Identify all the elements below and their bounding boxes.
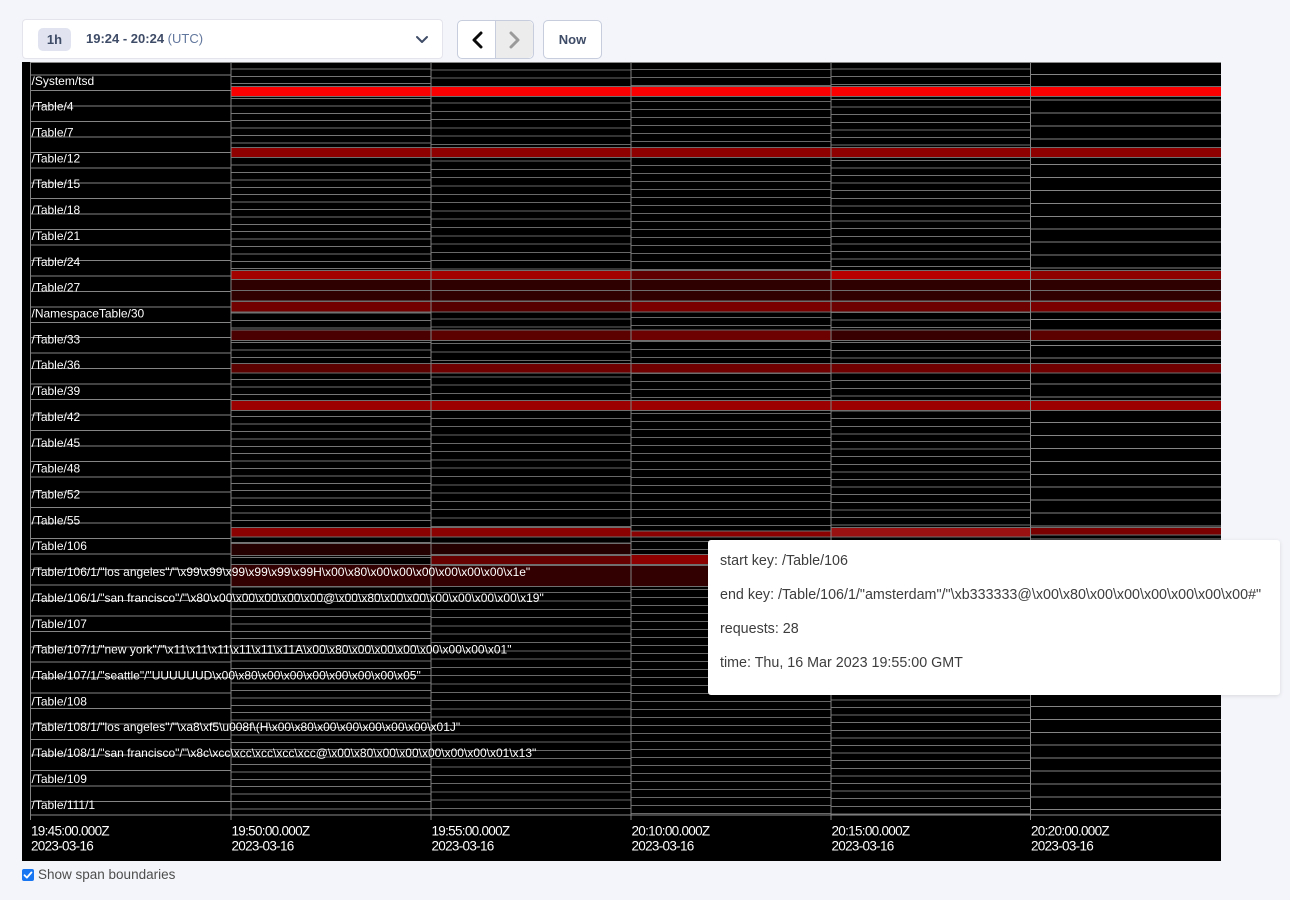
svg-text:/Table/109: /Table/109: [32, 772, 88, 786]
svg-text:/Table/48: /Table/48: [32, 462, 81, 476]
svg-text:/Table/106/1/"los angeles"/"\x: /Table/106/1/"los angeles"/"\x99\x99\x99…: [32, 565, 531, 579]
svg-text:2023-03-16: 2023-03-16: [232, 839, 294, 854]
svg-text:/System/tsd: /System/tsd: [32, 74, 95, 88]
svg-text:/Table/15: /Table/15: [32, 177, 81, 191]
svg-text:/Table/12: /Table/12: [32, 151, 81, 165]
svg-text:/Table/111/1: /Table/111/1: [32, 798, 96, 812]
svg-text:2023-03-16: 2023-03-16: [31, 839, 93, 854]
svg-text:19:45:00.000Z: 19:45:00.000Z: [31, 824, 109, 839]
svg-text:2023-03-16: 2023-03-16: [632, 839, 694, 854]
svg-text:/Table/106: /Table/106: [32, 539, 88, 553]
svg-text:/Table/4: /Table/4: [32, 100, 74, 114]
svg-text:/Table/108/1/"san francisco"/": /Table/108/1/"san francisco"/"\x8c\xcc\x…: [32, 746, 537, 760]
svg-text:/Table/107/1/"new york"/"\x11\: /Table/107/1/"new york"/"\x11\x11\x11\x1…: [32, 643, 512, 657]
svg-text:/Table/18: /Table/18: [32, 203, 81, 217]
svg-text:/Table/55: /Table/55: [32, 513, 81, 527]
svg-text:/NamespaceTable/30: /NamespaceTable/30: [32, 307, 145, 321]
svg-text:/Table/21: /Table/21: [32, 229, 81, 243]
svg-text:/Table/52: /Table/52: [32, 488, 81, 502]
svg-text:/Table/39: /Table/39: [32, 384, 81, 398]
svg-text:/Table/27: /Table/27: [32, 281, 81, 295]
svg-text:20:15:00.000Z: 20:15:00.000Z: [832, 824, 910, 839]
svg-text:2023-03-16: 2023-03-16: [432, 839, 494, 854]
svg-text:2023-03-16: 2023-03-16: [1031, 839, 1093, 854]
svg-text:/Table/107: /Table/107: [32, 617, 88, 631]
svg-text:/Table/45: /Table/45: [32, 436, 81, 450]
svg-text:/Table/24: /Table/24: [32, 255, 81, 269]
svg-text:/Table/33: /Table/33: [32, 332, 81, 346]
svg-text:/Table/7: /Table/7: [32, 126, 74, 140]
svg-text:/Table/108: /Table/108: [32, 694, 88, 708]
svg-text:/Table/42: /Table/42: [32, 410, 81, 424]
svg-text:20:10:00.000Z: 20:10:00.000Z: [632, 824, 710, 839]
svg-text:2023-03-16: 2023-03-16: [832, 839, 894, 854]
svg-text:20:20:00.000Z: 20:20:00.000Z: [1031, 824, 1109, 839]
svg-text:/Table/107/1/"seattle"/"UUUUUU: /Table/107/1/"seattle"/"UUUUUUD\x00\x80\…: [32, 669, 421, 683]
svg-text:/Table/106/1/"san francisco"/": /Table/106/1/"san francisco"/"\x80\x00\x…: [32, 591, 544, 605]
svg-text:/Table/108/1/"los angeles"/"\x: /Table/108/1/"los angeles"/"\xa8\xf5\u00…: [32, 720, 461, 734]
svg-text:/Table/36: /Table/36: [32, 358, 81, 372]
svg-text:19:50:00.000Z: 19:50:00.000Z: [232, 824, 310, 839]
svg-text:19:55:00.000Z: 19:55:00.000Z: [432, 824, 510, 839]
